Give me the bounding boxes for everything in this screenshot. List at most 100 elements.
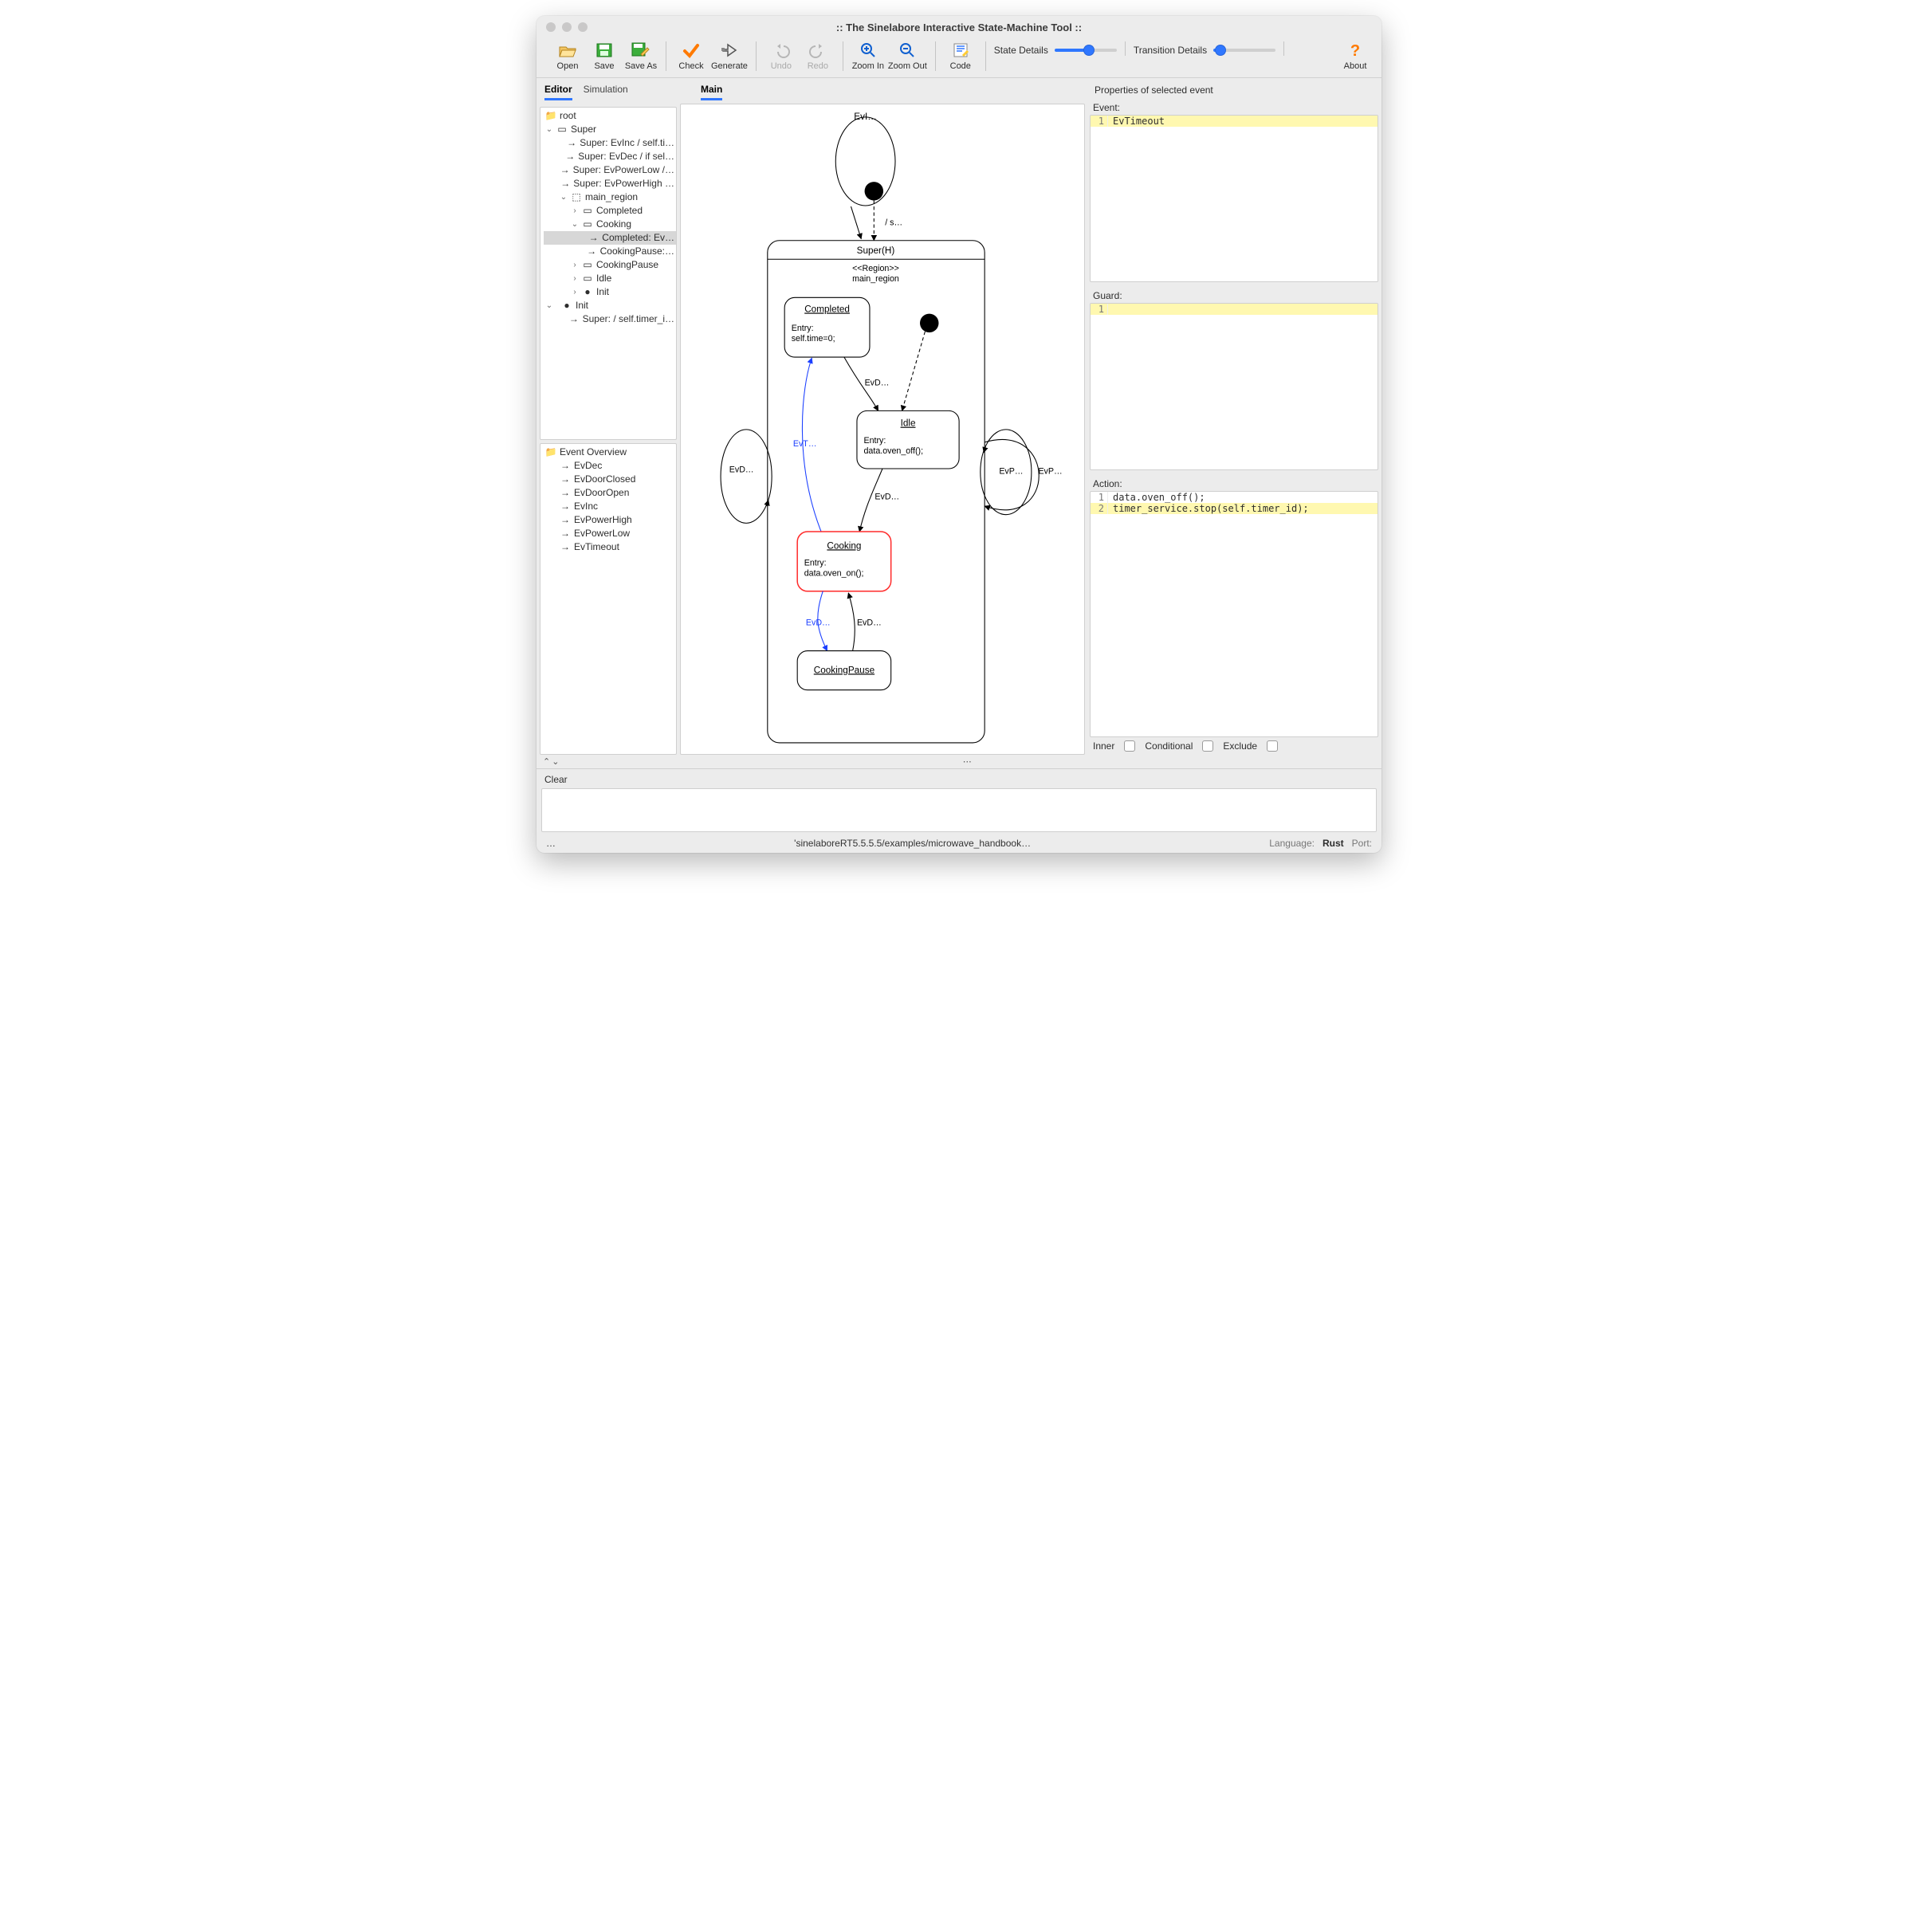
edge-label: EvD… <box>865 378 890 387</box>
save-button[interactable]: Save <box>586 41 623 71</box>
state-diagram[interactable]: EvI… / s… Super(H) <<Region>> main_regio… <box>682 106 1083 755</box>
state-title: Idle <box>901 418 916 429</box>
state-title: Cooking <box>827 540 861 551</box>
arrow-icon: → <box>560 527 571 540</box>
event-item[interactable]: →EvDec <box>544 459 676 473</box>
tree-super[interactable]: ⌄▭Super <box>544 123 676 136</box>
code-text <box>1108 304 1378 315</box>
event-item[interactable]: →EvInc <box>544 500 676 513</box>
guard-editor[interactable]: 1 <box>1090 303 1378 470</box>
zoom-in-button[interactable]: Zoom In <box>850 41 886 71</box>
state-title: Completed <box>804 304 850 314</box>
state-details-slider[interactable] <box>1055 49 1117 52</box>
transition-details-slider[interactable] <box>1213 49 1275 52</box>
window-minimize-icon[interactable] <box>562 22 572 32</box>
arrow-icon: → <box>560 163 570 177</box>
init-icon: ● <box>561 299 572 312</box>
edge-label: EvT… <box>793 439 817 449</box>
tree-item-selected[interactable]: →Completed: Ev… <box>544 231 676 245</box>
state-details-label: State Details <box>994 45 1048 56</box>
toolbar: Open Save Save As Check <box>536 38 1382 78</box>
tree-item[interactable]: ⌄▭Cooking <box>544 218 676 231</box>
zoom-in-icon <box>859 41 878 59</box>
edge-label: EvI… <box>854 112 877 122</box>
chevron-down-icon[interactable]: ⌄ <box>560 190 568 204</box>
clear-button[interactable]: Clear <box>536 769 1382 788</box>
undo-button[interactable]: Undo <box>763 41 800 71</box>
state-title: CookingPause <box>814 665 874 675</box>
event-editor[interactable]: 1EvTimeout <box>1090 115 1378 282</box>
exclude-checkbox[interactable] <box>1267 740 1278 752</box>
window-maximize-icon[interactable] <box>578 22 588 32</box>
window-close-icon[interactable] <box>546 22 556 32</box>
event-item[interactable]: →EvPowerLow <box>544 527 676 540</box>
event-overview-title[interactable]: 📁Event Overview <box>544 446 676 459</box>
zoom-out-icon <box>898 41 917 59</box>
event-label: Event: <box>1090 100 1378 115</box>
event-item[interactable]: →EvTimeout <box>544 540 676 554</box>
tree-item[interactable]: →Super: EvDec / if sel… <box>544 150 676 163</box>
save-as-button[interactable]: Save As <box>623 41 659 71</box>
zoom-out-button[interactable]: Zoom Out <box>886 41 929 71</box>
exclude-label: Exclude <box>1223 740 1257 752</box>
canvas-tabs: Main <box>677 81 1085 104</box>
event-item[interactable]: →EvDoorOpen <box>544 486 676 500</box>
chevron-right-icon[interactable]: › <box>571 258 579 272</box>
arrow-icon: → <box>560 473 571 486</box>
tree-item[interactable]: →Super: / self.timer_i… <box>544 312 676 326</box>
floppy-pencil-icon <box>631 41 650 59</box>
chevron-right-icon[interactable]: › <box>571 272 579 285</box>
redo-button[interactable]: Redo <box>800 41 836 71</box>
tree-item[interactable]: ›●Init <box>544 285 676 299</box>
tree-item[interactable]: →CookingPause:… <box>544 245 676 258</box>
region-tag: <<Region>> <box>852 264 899 273</box>
main-body: Editor Simulation 📁root ⌄▭Super →Super: … <box>536 78 1382 755</box>
log-output[interactable] <box>541 788 1377 832</box>
edge-label: EvD… <box>874 492 899 501</box>
tree-item[interactable]: →Super: EvInc / self.ti… <box>544 136 676 150</box>
tab-editor[interactable]: Editor <box>544 84 572 100</box>
status-bar: … 'sinelaboreRT5.5.5.5/examples/microwav… <box>536 834 1382 853</box>
edge-label: EvD… <box>806 618 831 628</box>
chevron-right-icon[interactable]: › <box>571 285 579 299</box>
status-language-label: Language: <box>1269 838 1315 849</box>
tree-item[interactable]: →Super: EvPowerLow /… <box>544 163 676 177</box>
about-button[interactable]: ? About <box>1338 41 1375 71</box>
inner-checkbox[interactable] <box>1124 740 1135 752</box>
tree-item[interactable]: ›▭Idle <box>544 272 676 285</box>
generate-button[interactable]: Generate <box>709 41 749 71</box>
resize-handle[interactable]: ⋯ <box>560 756 1375 767</box>
tree-panel[interactable]: 📁root ⌄▭Super →Super: EvInc / self.ti… →… <box>540 107 677 440</box>
code-button[interactable]: Code <box>942 41 979 71</box>
arrow-icon: → <box>560 513 571 527</box>
tab-main[interactable]: Main <box>701 84 722 100</box>
canvas-column: Main EvI… / s… <box>677 81 1085 755</box>
chevron-up-icon[interactable]: ⌃ <box>543 756 550 767</box>
tree-item[interactable]: ⌄●Init <box>544 299 676 312</box>
tree-region[interactable]: ⌄⬚main_region <box>544 190 676 204</box>
chevron-right-icon[interactable]: › <box>571 204 579 218</box>
action-editor[interactable]: 1data.oven_off(); 2timer_service.stop(se… <box>1090 491 1378 737</box>
event-overview-panel[interactable]: 📁Event Overview →EvDec→EvDoorClosed→EvDo… <box>540 443 677 755</box>
diagram-canvas[interactable]: EvI… / s… Super(H) <<Region>> main_regio… <box>680 104 1085 755</box>
event-item[interactable]: →EvPowerHigh <box>544 513 676 527</box>
region-name: main_region <box>852 274 899 284</box>
tree-item[interactable]: →Super: EvPowerHigh … <box>544 177 676 190</box>
tree-item[interactable]: ›▭CookingPause <box>544 258 676 272</box>
chevron-down-icon[interactable]: ⌄ <box>545 299 553 312</box>
state-icon: ▭ <box>582 272 593 285</box>
open-button[interactable]: Open <box>549 41 586 71</box>
chevron-down-icon[interactable]: ⌄ <box>552 756 559 767</box>
tab-simulation[interactable]: Simulation <box>584 84 628 100</box>
chevron-down-icon[interactable]: ⌄ <box>545 123 553 136</box>
tree-item[interactable]: ›▭Completed <box>544 204 676 218</box>
event-item[interactable]: →EvDoorClosed <box>544 473 676 486</box>
initial-node-inner[interactable] <box>920 314 938 332</box>
chevron-down-icon[interactable]: ⌄ <box>571 218 579 231</box>
check-button[interactable]: Check <box>673 41 709 71</box>
app-window: :: The Sinelabore Interactive State-Mach… <box>536 16 1382 853</box>
initial-node[interactable] <box>865 182 883 200</box>
tree-root[interactable]: 📁root <box>544 109 676 123</box>
conditional-checkbox[interactable] <box>1202 740 1213 752</box>
collapse-controls: ⌃⌄ ⋯ <box>536 755 1382 768</box>
